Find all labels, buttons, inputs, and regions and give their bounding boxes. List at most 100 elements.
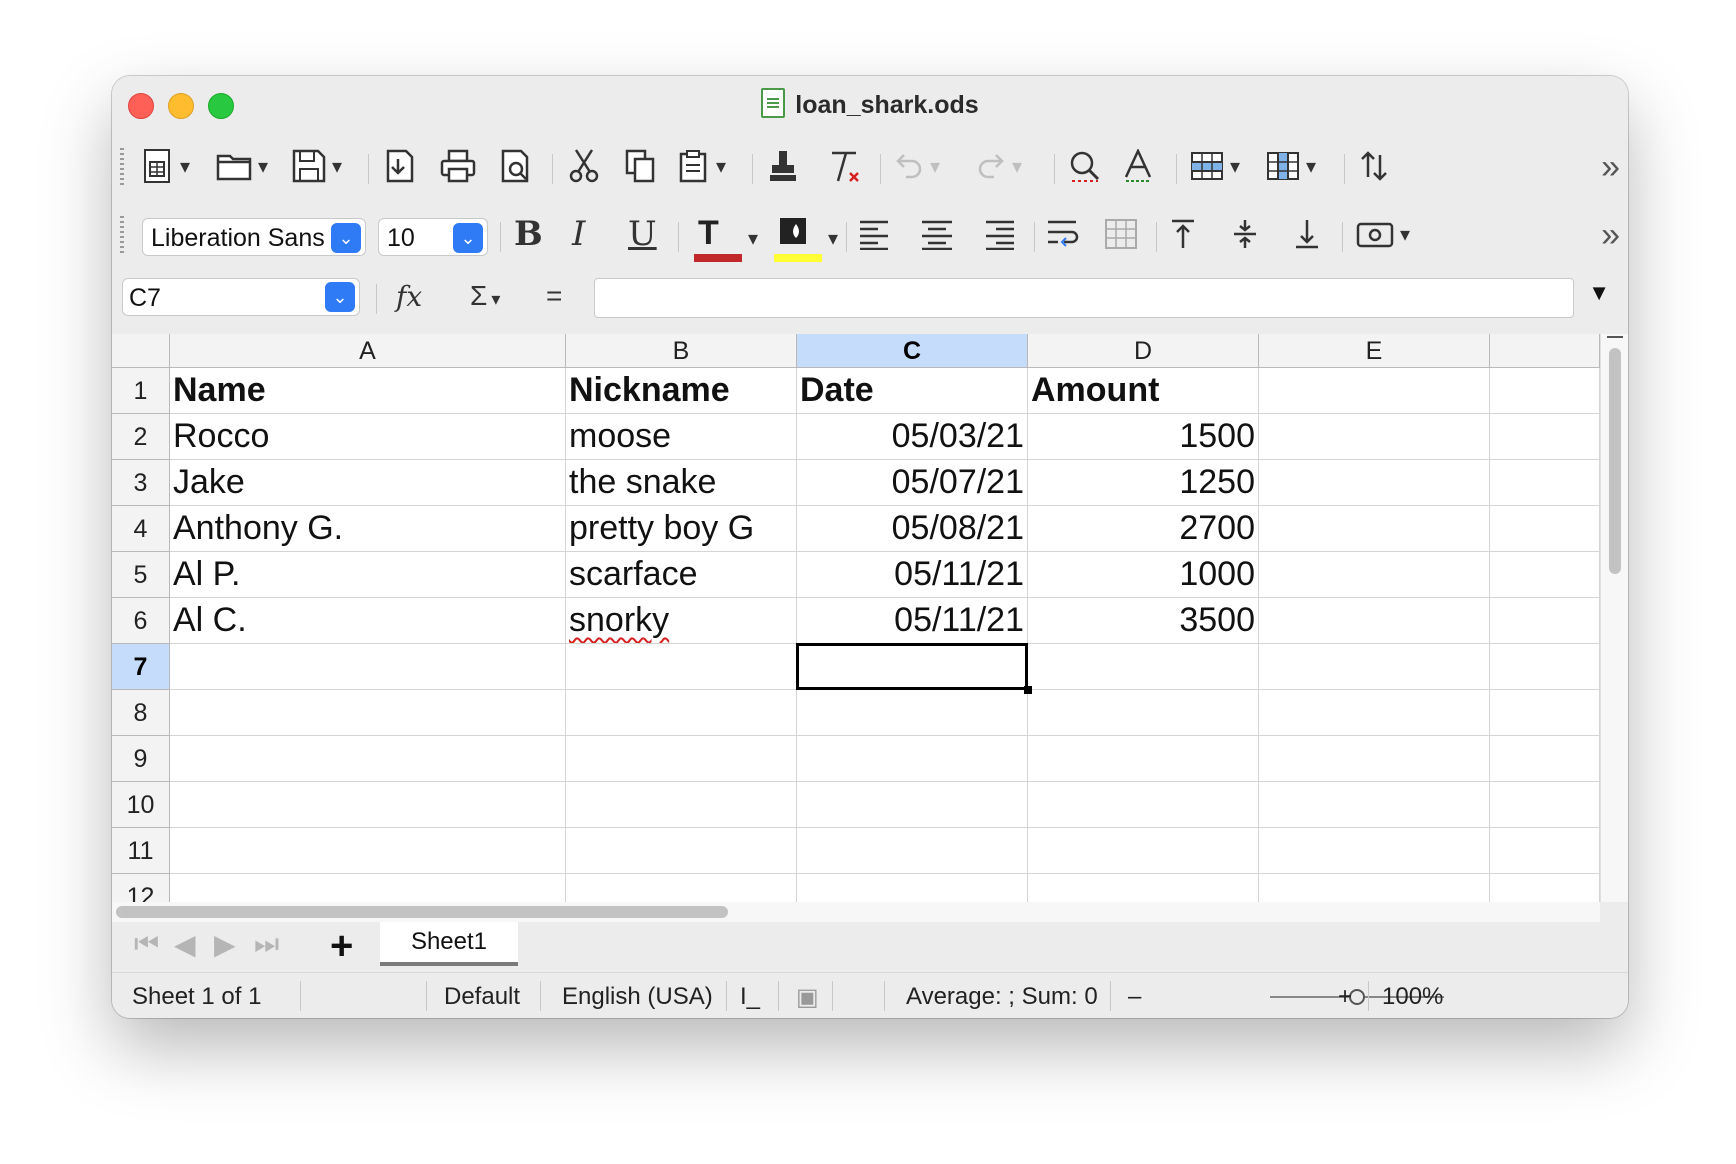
open-folder-icon[interactable] bbox=[216, 144, 268, 188]
table-cell[interactable] bbox=[566, 644, 797, 690]
bold-button[interactable]: B bbox=[514, 212, 543, 256]
last-sheet-icon[interactable]: ⏭ bbox=[254, 928, 279, 961]
scroll-split-handle[interactable] bbox=[1607, 336, 1623, 338]
column-header[interactable]: B bbox=[566, 334, 797, 368]
column-header[interactable]: D bbox=[1028, 334, 1259, 368]
table-cell[interactable] bbox=[1259, 598, 1490, 644]
table-cell[interactable] bbox=[1259, 828, 1490, 874]
table-cell[interactable]: snorky bbox=[566, 598, 797, 644]
insert-image-icon[interactable] bbox=[1356, 212, 1410, 256]
print-icon[interactable] bbox=[440, 144, 476, 188]
table-cell[interactable] bbox=[566, 690, 797, 736]
next-sheet-icon[interactable]: ▶ bbox=[214, 928, 236, 961]
copy-icon[interactable] bbox=[624, 144, 656, 188]
language[interactable]: English (USA) bbox=[562, 983, 713, 1011]
row-header[interactable]: 8 bbox=[112, 690, 170, 736]
table-cell[interactable]: 1250 bbox=[1028, 460, 1259, 506]
table-cell[interactable] bbox=[797, 736, 1028, 782]
find-replace-icon[interactable] bbox=[1068, 144, 1102, 188]
table-cell[interactable] bbox=[1490, 598, 1600, 644]
table-cell[interactable]: 05/11/21 bbox=[797, 598, 1028, 644]
table-cell[interactable] bbox=[566, 782, 797, 828]
redo-icon[interactable] bbox=[976, 144, 1022, 188]
row-header[interactable]: 3 bbox=[112, 460, 170, 506]
italic-button[interactable]: I bbox=[572, 212, 585, 256]
table-cell[interactable]: 3500 bbox=[1028, 598, 1259, 644]
first-sheet-icon[interactable]: ⏮ bbox=[134, 928, 159, 961]
underline-button[interactable]: U bbox=[628, 212, 657, 256]
sort-icon[interactable] bbox=[1358, 144, 1390, 188]
paste-icon[interactable] bbox=[678, 144, 726, 188]
row-header[interactable]: 6 bbox=[112, 598, 170, 644]
table-cell[interactable] bbox=[1028, 690, 1259, 736]
align-left-icon[interactable] bbox=[858, 212, 892, 256]
table-cell[interactable] bbox=[170, 644, 566, 690]
table-cell[interactable]: moose bbox=[566, 414, 797, 460]
export-pdf-icon[interactable] bbox=[384, 144, 416, 188]
table-cell[interactable]: 05/11/21 bbox=[797, 552, 1028, 598]
selection-summary[interactable]: Average: ; Sum: 0 bbox=[906, 983, 1098, 1011]
header-cell[interactable]: Amount bbox=[1028, 368, 1259, 414]
table-cell[interactable] bbox=[1259, 736, 1490, 782]
vertical-scrollbar[interactable] bbox=[1600, 334, 1628, 902]
table-cell[interactable] bbox=[1490, 828, 1600, 874]
wrap-text-icon[interactable] bbox=[1046, 212, 1082, 256]
chevron-down-icon[interactable]: ▾ bbox=[748, 226, 758, 251]
sheet-tab[interactable]: Sheet1 bbox=[380, 922, 518, 966]
table-cell[interactable] bbox=[170, 828, 566, 874]
header-cell[interactable]: Date bbox=[797, 368, 1028, 414]
row-header[interactable]: 7 bbox=[112, 644, 170, 690]
select-all-corner[interactable] bbox=[112, 334, 170, 368]
table-cell[interactable]: 1000 bbox=[1028, 552, 1259, 598]
row-header[interactable]: 9 bbox=[112, 736, 170, 782]
row-header[interactable]: 11 bbox=[112, 828, 170, 874]
new-spreadsheet-icon[interactable] bbox=[142, 144, 190, 188]
toolbar-grip[interactable] bbox=[120, 216, 124, 256]
align-top-icon[interactable] bbox=[1168, 212, 1198, 256]
table-cell[interactable] bbox=[1028, 828, 1259, 874]
table-cell[interactable]: 05/08/21 bbox=[797, 506, 1028, 552]
table-cell[interactable]: Al C. bbox=[170, 598, 566, 644]
print-preview-icon[interactable] bbox=[500, 144, 532, 188]
table-cell[interactable] bbox=[797, 828, 1028, 874]
row-header[interactable]: 12 bbox=[112, 874, 170, 902]
save-icon[interactable] bbox=[292, 144, 342, 188]
spelling-icon[interactable] bbox=[1122, 144, 1154, 188]
table-cell[interactable] bbox=[1490, 368, 1600, 414]
table-cell[interactable] bbox=[1259, 874, 1490, 902]
table-cell[interactable] bbox=[566, 736, 797, 782]
table-cell[interactable] bbox=[1259, 644, 1490, 690]
table-cell[interactable] bbox=[170, 782, 566, 828]
table-cell[interactable]: the snake bbox=[566, 460, 797, 506]
row-header[interactable]: 5 bbox=[112, 552, 170, 598]
table-cell[interactable] bbox=[1028, 782, 1259, 828]
table-cell[interactable] bbox=[1490, 690, 1600, 736]
table-cell[interactable] bbox=[1490, 736, 1600, 782]
align-bottom-icon[interactable] bbox=[1292, 212, 1322, 256]
chevron-down-icon[interactable]: ⌄ bbox=[331, 223, 361, 253]
table-cell[interactable] bbox=[1490, 874, 1600, 902]
table-cell[interactable] bbox=[1490, 644, 1600, 690]
table-cell[interactable] bbox=[1028, 736, 1259, 782]
toolbar-grip[interactable] bbox=[120, 148, 124, 188]
expand-formula-bar-icon[interactable]: ▼ bbox=[1588, 280, 1610, 306]
row-header[interactable]: 2 bbox=[112, 414, 170, 460]
table-cell[interactable] bbox=[1259, 414, 1490, 460]
table-cell[interactable]: Anthony G. bbox=[170, 506, 566, 552]
table-cell[interactable]: 2700 bbox=[1028, 506, 1259, 552]
chevron-down-icon[interactable]: ⌄ bbox=[453, 223, 483, 253]
table-cell[interactable] bbox=[1490, 460, 1600, 506]
active-cell-cursor[interactable] bbox=[796, 643, 1032, 694]
add-sheet-button[interactable]: + bbox=[330, 924, 353, 969]
zoom-out-button[interactable]: – bbox=[1128, 983, 1141, 1011]
table-cell[interactable] bbox=[1259, 368, 1490, 414]
table-cell[interactable] bbox=[1490, 782, 1600, 828]
font-name-combo[interactable]: Liberation Sans ⌄ bbox=[142, 218, 366, 256]
merge-cells-icon[interactable] bbox=[1104, 212, 1138, 256]
table-cell[interactable]: Al P. bbox=[170, 552, 566, 598]
table-cell[interactable] bbox=[1028, 874, 1259, 902]
table-cell[interactable] bbox=[170, 690, 566, 736]
zoom-in-button[interactable]: + bbox=[1338, 983, 1352, 1011]
table-cell[interactable] bbox=[1259, 552, 1490, 598]
table-cell[interactable] bbox=[797, 874, 1028, 902]
